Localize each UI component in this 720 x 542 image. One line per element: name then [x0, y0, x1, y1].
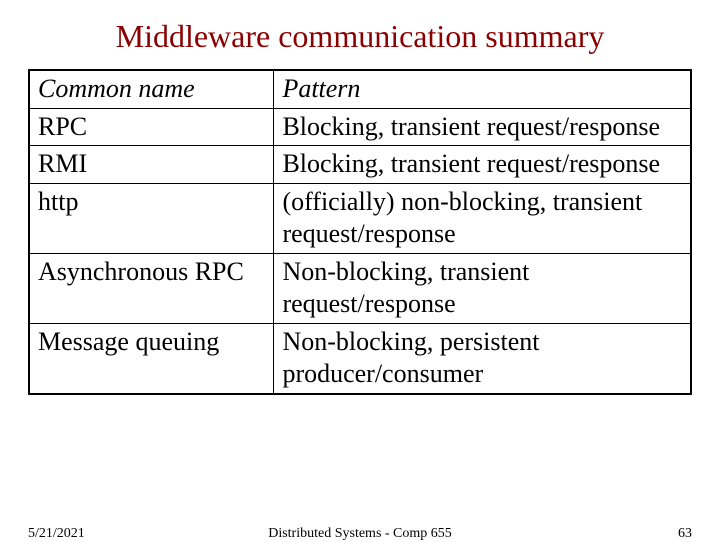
cell-pattern: (officially) non-blocking, transient req…	[274, 183, 691, 253]
cell-name: RPC	[29, 108, 274, 146]
cell-pattern: Non-blocking, persistent producer/consum…	[274, 323, 691, 394]
table-container: Common name Pattern RPC Blocking, transi…	[0, 69, 720, 395]
cell-pattern: Non-blocking, transient request/response	[274, 253, 691, 323]
page-title: Middleware communication summary	[0, 0, 720, 69]
header-pattern: Pattern	[274, 70, 691, 108]
cell-pattern: Blocking, transient request/response	[274, 108, 691, 146]
table-row: RMI Blocking, transient request/response	[29, 146, 691, 184]
cell-name: RMI	[29, 146, 274, 184]
cell-name: Asynchronous RPC	[29, 253, 274, 323]
header-common-name: Common name	[29, 70, 274, 108]
cell-pattern: Blocking, transient request/response	[274, 146, 691, 184]
cell-name: http	[29, 183, 274, 253]
table-row: RPC Blocking, transient request/response	[29, 108, 691, 146]
table-header-row: Common name Pattern	[29, 70, 691, 108]
cell-name: Message queuing	[29, 323, 274, 394]
summary-table: Common name Pattern RPC Blocking, transi…	[28, 69, 692, 395]
table-row: Message queuing Non-blocking, persistent…	[29, 323, 691, 394]
table-row: http (officially) non-blocking, transien…	[29, 183, 691, 253]
table-row: Asynchronous RPC Non-blocking, transient…	[29, 253, 691, 323]
